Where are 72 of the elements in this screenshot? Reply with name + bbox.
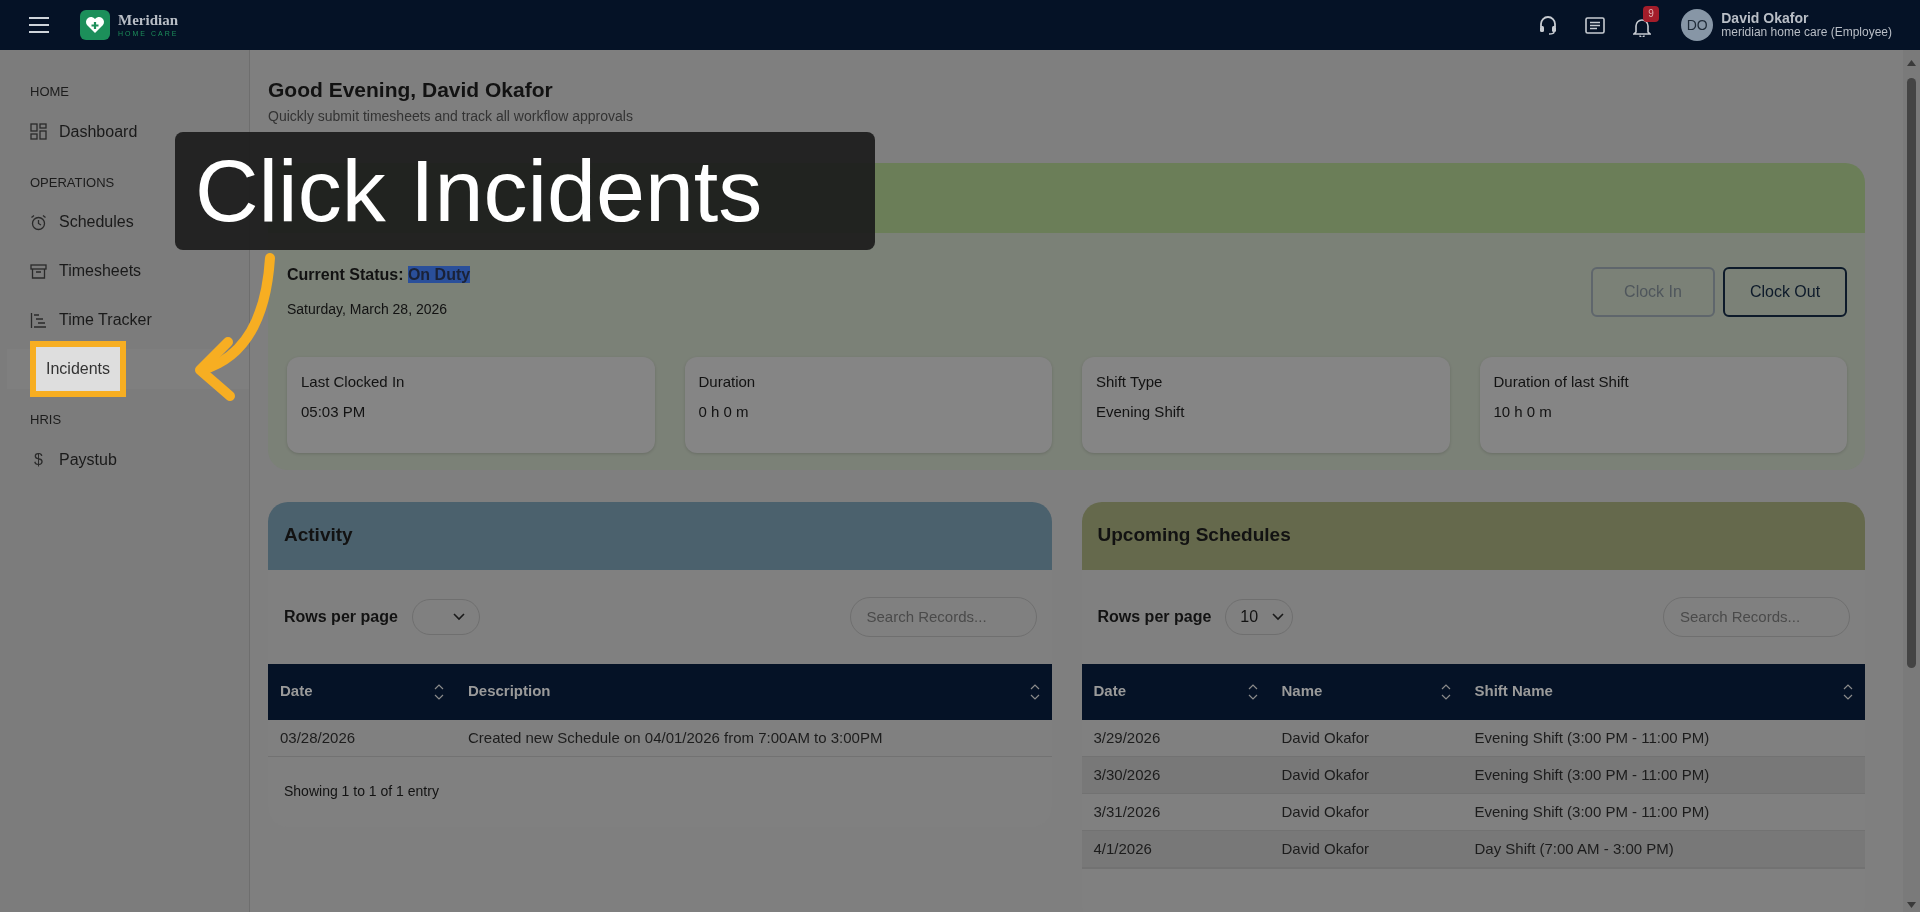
sidebar-heading: HOME xyxy=(29,83,70,101)
bars-icon xyxy=(30,311,47,329)
table-cell: 3/31/2026 xyxy=(1081,793,1270,831)
entries-summary: Showing 1 to 1 of 1 entry xyxy=(284,783,439,799)
sidebar-item[interactable]: Incidents xyxy=(30,341,127,397)
grid-icon xyxy=(30,123,47,140)
status-text: Current Status: On Duty xyxy=(287,264,471,285)
stat-label: Last Clocked In xyxy=(301,371,406,392)
tutorial-callout: Click Incidents xyxy=(175,132,875,250)
table-cell: Day Shift (7:00 AM - 3:00 PM) xyxy=(1462,830,1865,868)
notification-badge: 9 xyxy=(1643,6,1659,22)
table-cell: Evening Shift (3:00 PM - 11:00 PM) xyxy=(1462,719,1865,757)
page-title: Good Evening, David Okafor xyxy=(268,77,554,103)
column-header[interactable]: Shift Name xyxy=(1462,663,1865,720)
table-cell: David Okafor xyxy=(1269,719,1463,757)
column-header[interactable]: Date xyxy=(268,663,456,720)
stat-value: 10 h 0 m xyxy=(1493,402,1553,422)
scroll-thumb[interactable] xyxy=(1907,78,1916,668)
sidebar-item[interactable]: Timesheets xyxy=(59,259,142,283)
table-cell: Evening Shift (3:00 PM - 11:00 PM) xyxy=(1462,756,1865,794)
table-cell: 3/29/2026 xyxy=(1081,719,1270,757)
stat-label: Shift Type xyxy=(1096,371,1164,392)
table-cell: Evening Shift (3:00 PM - 11:00 PM) xyxy=(1462,793,1865,831)
table-cell: David Okafor xyxy=(1269,756,1463,794)
user-name: David Okafor xyxy=(1721,10,1810,27)
column-header[interactable]: Date xyxy=(1081,663,1270,720)
avatar[interactable]: DO xyxy=(1681,9,1714,41)
sidebar-item[interactable]: Time Tracker xyxy=(59,308,152,332)
column-header[interactable]: Description xyxy=(456,663,1052,720)
stat-label: Duration xyxy=(698,371,757,392)
stat-value: Evening Shift xyxy=(1096,402,1186,422)
brand-name: Meridian xyxy=(118,13,179,28)
archive-box-icon xyxy=(30,262,47,280)
table-cell: Created new Schedule on 04/01/2026 from 7:00AM to 3:00PM xyxy=(456,719,1052,757)
sidebar-item[interactable]: Schedules xyxy=(59,210,134,234)
stat-value: 0 h 0 m xyxy=(698,402,750,422)
sidebar-heading: OPERATIONS xyxy=(29,173,116,192)
sort-icon[interactable] xyxy=(1440,683,1451,700)
panel-title: Activity xyxy=(284,523,353,548)
rows-per-page-label: Rows per page xyxy=(284,606,398,627)
table-cell: 3/30/2026 xyxy=(1081,756,1270,794)
column-header[interactable]: Name xyxy=(1269,663,1463,720)
headset-icon[interactable] xyxy=(1539,15,1558,35)
stat-label: Duration of last Shift xyxy=(1493,371,1630,392)
sidebar-item[interactable]: Paystub xyxy=(59,447,117,472)
dollar-icon: $ xyxy=(30,447,47,472)
clock-button[interactable]: Clock Out xyxy=(1723,266,1847,317)
sidebar-heading: HRIS xyxy=(29,411,63,429)
chevron-down-icon xyxy=(1272,612,1285,621)
bell-icon[interactable] xyxy=(1633,16,1652,37)
user-organization: meridian home care (Employee) xyxy=(1721,26,1892,40)
panel-title: Upcoming Schedules xyxy=(1097,523,1291,548)
sort-icon[interactable] xyxy=(1843,683,1853,700)
sidebar-item[interactable]: Dashboard xyxy=(59,119,138,144)
sort-icon[interactable] xyxy=(1247,683,1258,700)
message-icon[interactable] xyxy=(1585,16,1606,34)
stat-value: 05:03 PM xyxy=(301,402,367,422)
date-text: Saturday, March 28, 2026 xyxy=(287,299,449,319)
chevron-down-icon xyxy=(452,612,465,621)
table-cell: 4/1/2026 xyxy=(1081,830,1270,868)
sort-icon[interactable] xyxy=(434,683,444,700)
table-cell: 03/28/2026 xyxy=(268,719,456,757)
page-subtitle: Quickly submit timesheets and track all workflow approvals xyxy=(268,106,634,126)
logo-icon xyxy=(80,10,110,40)
table-cell: David Okafor xyxy=(1269,793,1463,831)
status-value: On Duty xyxy=(407,265,471,283)
alarm-clock-icon xyxy=(30,213,47,231)
scrollbar[interactable] xyxy=(1903,50,1920,912)
table-cell: David Okafor xyxy=(1269,830,1463,868)
rows-per-page-label: Rows per page xyxy=(1097,606,1212,627)
sort-icon[interactable] xyxy=(1029,683,1040,700)
menu-icon[interactable] xyxy=(28,16,50,34)
